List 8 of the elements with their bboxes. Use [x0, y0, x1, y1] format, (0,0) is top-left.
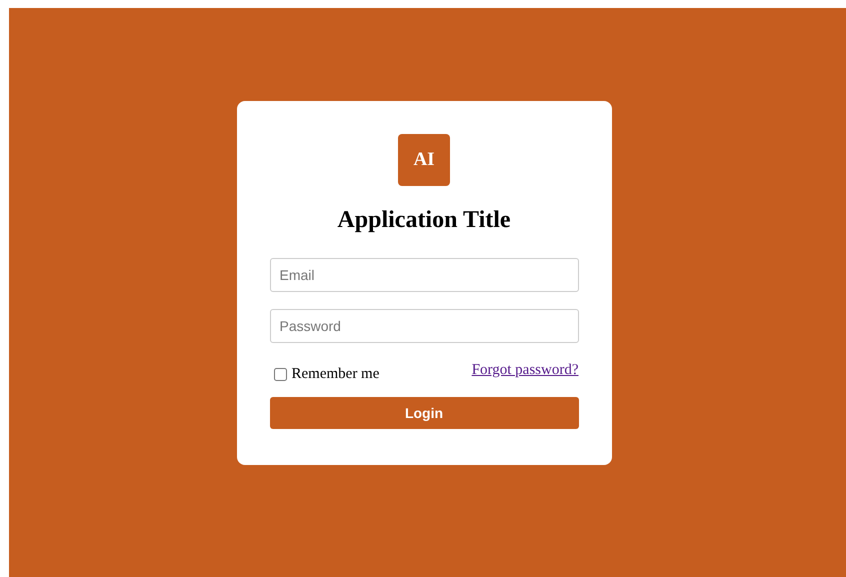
login-button[interactable]: Login — [270, 397, 578, 429]
input-field[interactable]: Email — [270, 258, 578, 292]
input-field[interactable]: Password — [270, 309, 578, 343]
app-title: Application Title — [337, 206, 511, 234]
remember-checkbox[interactable] — [274, 368, 286, 381]
remember-label: Remember me — [292, 366, 380, 383]
logo: AI — [398, 134, 450, 186]
forgot-password-link[interactable]: Forgot password? — [472, 362, 578, 379]
